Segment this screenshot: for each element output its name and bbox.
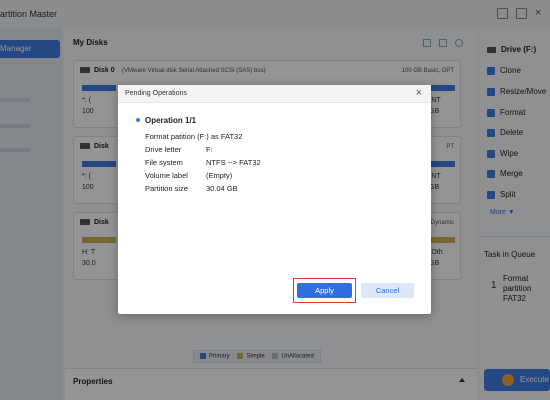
detail-row: File system NTFS --> FAT32 (145, 158, 261, 167)
apply-button[interactable]: Apply (297, 283, 352, 298)
detail-row: Volume label (Empty) (145, 171, 233, 180)
operation-description: Format patition (F:) as FAT32 (145, 132, 243, 141)
close-icon[interactable]: × (416, 88, 422, 99)
pending-operations-dialog: Pending Operations × Operation 1/1 Forma… (118, 85, 431, 314)
detail-row: Partition size 30.04 GB (145, 184, 238, 193)
cancel-button[interactable]: Cancel (361, 283, 414, 298)
detail-row: Drive letter F: (145, 145, 213, 154)
bullet-icon (136, 118, 140, 122)
operation-title: Operation 1/1 (145, 116, 197, 125)
dialog-header: Pending Operations × (118, 85, 431, 103)
dialog-title: Pending Operations (125, 90, 187, 97)
